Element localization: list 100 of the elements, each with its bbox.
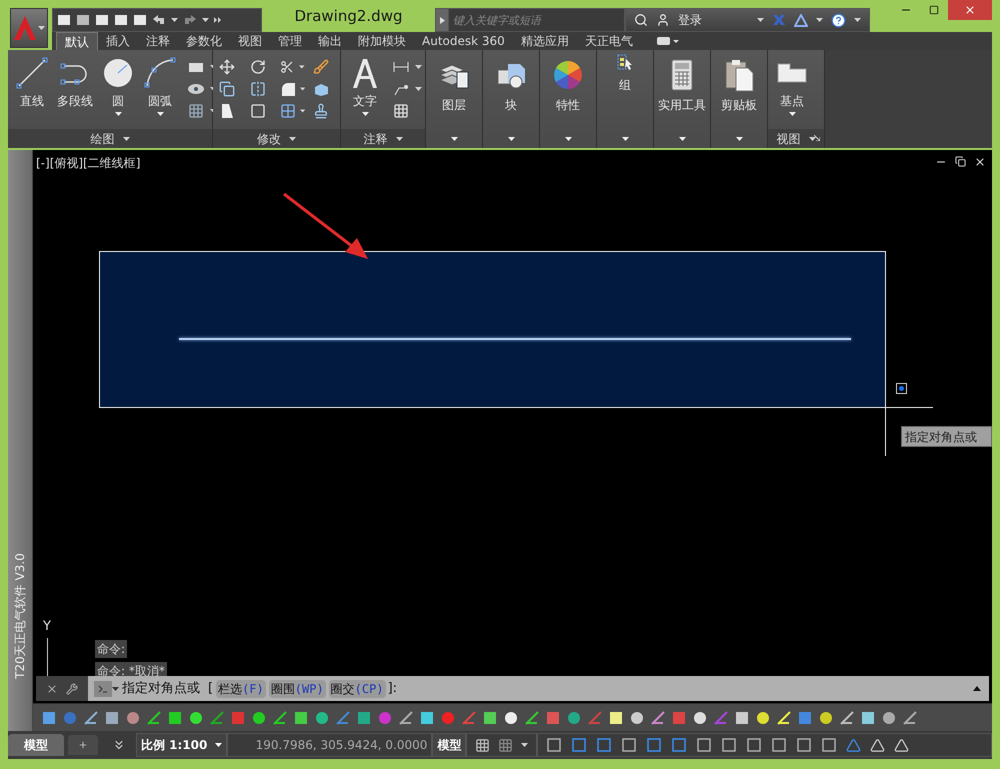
grid-icon[interactable] xyxy=(475,738,490,752)
ribbon-tab[interactable]: 插入 xyxy=(98,32,138,50)
tool-icon[interactable] xyxy=(293,710,309,726)
tool-icon[interactable] xyxy=(734,710,750,726)
command-option[interactable]: 栏选(F) xyxy=(216,680,266,698)
undo-icon[interactable] xyxy=(152,14,166,26)
network-icon[interactable] xyxy=(794,14,808,26)
ribbon-tab[interactable]: 附加模块 xyxy=(350,32,414,50)
caret-icon xyxy=(202,18,209,22)
tool-icon[interactable] xyxy=(566,710,582,726)
ribbon-button[interactable]: 特性 xyxy=(540,50,596,114)
caret-icon xyxy=(415,87,422,91)
bracket: [ xyxy=(208,680,214,698)
caret-icon xyxy=(816,18,823,22)
ribbon-button[interactable]: 剪贴板 xyxy=(711,50,767,114)
caret-icon xyxy=(450,137,458,141)
tool-icon[interactable] xyxy=(398,710,414,726)
tool-icon[interactable] xyxy=(902,710,918,726)
tool-icon[interactable] xyxy=(104,710,120,726)
ribbon-button[interactable]: 多段线 xyxy=(54,56,96,110)
caret-icon xyxy=(564,137,572,141)
ribbon-button[interactable]: 圆 xyxy=(98,56,138,116)
tool-icon[interactable] xyxy=(818,710,834,726)
ribbon-tab[interactable]: 天正电气 xyxy=(576,32,641,50)
tool-icon[interactable] xyxy=(524,710,540,726)
tool-icon[interactable] xyxy=(419,710,435,726)
color-wheel-icon xyxy=(551,58,585,92)
panel-title-bar[interactable]: 修改 xyxy=(213,129,340,148)
command-option[interactable]: 圈交(CP) xyxy=(328,680,386,698)
ribbon-tab[interactable]: 默认 xyxy=(56,32,98,50)
ribbon-button[interactable]: 块 xyxy=(483,50,539,114)
copy-icon[interactable] xyxy=(217,79,237,99)
application-menu-button[interactable] xyxy=(10,8,48,48)
tool-icon[interactable] xyxy=(188,710,204,726)
tool-icon[interactable] xyxy=(41,710,57,726)
tool-icon[interactable] xyxy=(755,710,771,726)
tool-icon[interactable] xyxy=(356,710,372,726)
tool-icon[interactable] xyxy=(650,710,666,726)
caret-icon xyxy=(215,743,222,747)
dialog-launcher-icon[interactable] xyxy=(814,135,820,141)
tool-icon[interactable] xyxy=(146,710,162,726)
tool-icon[interactable] xyxy=(314,710,330,726)
expand-button[interactable] xyxy=(435,8,449,32)
viewport-label[interactable]: [-][俯视][二维线框] xyxy=(36,154,140,172)
panel-title-bar[interactable]: 注释 xyxy=(341,129,425,148)
more-icon[interactable] xyxy=(214,16,222,24)
ribbon-button[interactable]: 直线 xyxy=(12,56,52,110)
help-icon[interactable] xyxy=(831,12,846,28)
move-icon[interactable] xyxy=(217,57,237,77)
ribbon-tab[interactable]: Autodesk 360 xyxy=(414,32,513,50)
line-icon xyxy=(15,56,49,90)
tool-icon[interactable] xyxy=(629,710,645,726)
sign-in-button[interactable]: 登录 xyxy=(678,11,702,29)
ribbon-tab[interactable]: 精选应用 xyxy=(512,32,577,50)
ribbon-button[interactable]: 图层 xyxy=(426,50,482,114)
tool-icon[interactable] xyxy=(83,710,99,726)
space-button[interactable]: 模型 xyxy=(432,733,466,757)
prompt-icon[interactable] xyxy=(98,684,108,692)
scale-dropdown[interactable]: 比例 1:100 xyxy=(136,733,228,757)
command-option[interactable]: 圈围(WP) xyxy=(268,680,326,698)
drawing-canvas[interactable]: [-][俯视][二维线框] 指定对角点或 Y 命令: 命令: *取消* 指定对角点或 [ 栏选(F) 圈围(WP) 圈交(CP) ]: xyxy=(33,150,992,703)
close-icon xyxy=(964,4,976,16)
caret-icon xyxy=(171,18,178,22)
user-icon xyxy=(656,13,670,27)
window-title: Drawing2.dwg xyxy=(294,6,402,27)
tool-icon[interactable] xyxy=(503,710,519,726)
search-icon[interactable] xyxy=(634,13,648,27)
layout-tab[interactable]: 模型 xyxy=(8,734,64,756)
close-button[interactable] xyxy=(948,0,992,20)
ribbon-tab[interactable]: 参数化 xyxy=(178,32,230,50)
ribbon-button[interactable]: 实用工具 xyxy=(654,50,710,114)
minimize-ribbon-icon[interactable] xyxy=(656,37,679,45)
caret-icon xyxy=(415,65,422,69)
tool-icon[interactable] xyxy=(860,710,876,726)
tool-icon[interactable] xyxy=(251,710,267,726)
ribbon-tab[interactable]: 输出 xyxy=(310,32,350,50)
wrench-icon[interactable] xyxy=(66,682,78,694)
tool-icon[interactable] xyxy=(839,710,855,726)
history-toggle-icon[interactable] xyxy=(973,686,981,691)
tool-icon[interactable] xyxy=(167,710,183,726)
close-icon[interactable] xyxy=(974,156,986,168)
ribbon-tab[interactable]: 注释 xyxy=(138,32,178,50)
tool-icon[interactable] xyxy=(881,710,897,726)
tool-icon[interactable] xyxy=(272,710,288,726)
ribbon-button[interactable]: 基点 xyxy=(772,56,812,116)
search-field[interactable]: 键入关键字或短语 xyxy=(449,8,625,32)
tool-icon[interactable] xyxy=(692,710,708,726)
ribbon-tab[interactable]: 管理 xyxy=(270,32,310,50)
ribbon-button[interactable]: 文字 xyxy=(345,56,385,116)
restore-icon[interactable] xyxy=(955,156,966,167)
tool-icon[interactable] xyxy=(608,710,624,726)
ribbon-button[interactable]: 圆弧 xyxy=(140,56,180,116)
redo-icon[interactable] xyxy=(183,14,197,26)
tool-icon[interactable] xyxy=(482,710,498,726)
caret-icon xyxy=(622,137,628,141)
ribbon-button[interactable]: 组 xyxy=(597,50,653,94)
caret-icon xyxy=(289,136,296,140)
ribbon-tab[interactable]: 视图 xyxy=(230,32,270,50)
panel-title-bar[interactable]: 视图 xyxy=(768,129,824,148)
panel-title-bar[interactable]: 绘图 xyxy=(8,129,212,148)
